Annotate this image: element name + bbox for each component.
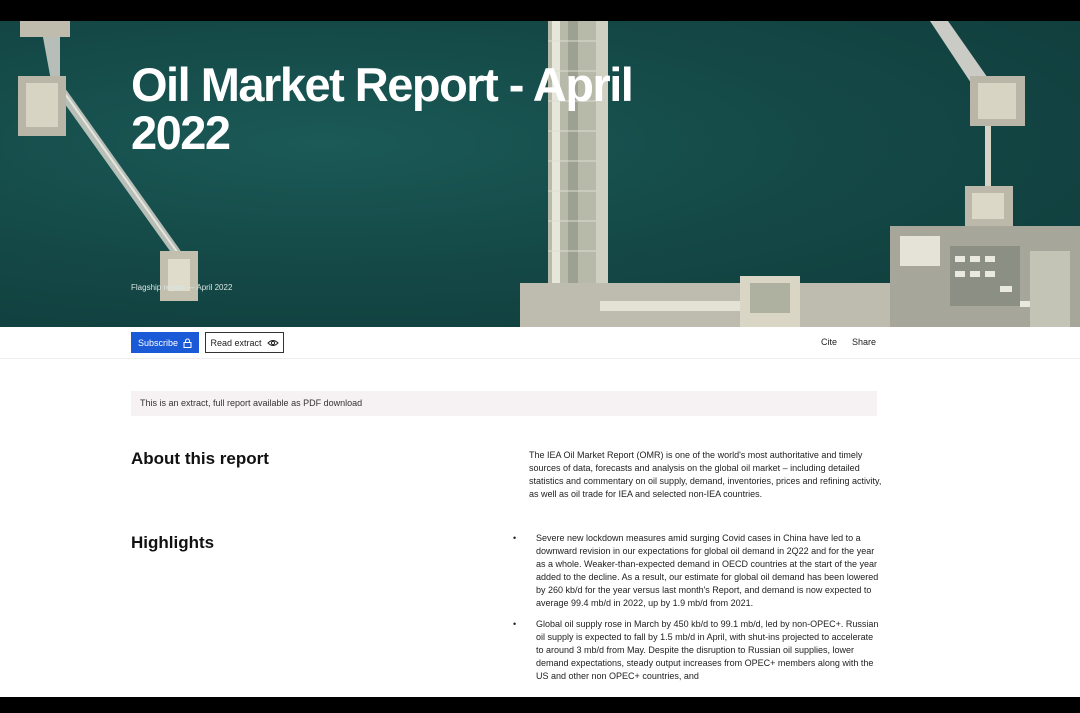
highlight-text: Global oil supply rose in March by 450 k… — [536, 619, 879, 681]
bullet-icon: • — [513, 619, 517, 629]
action-toolbar: Subscribe Read extract Cite Share — [0, 327, 1080, 359]
extract-notice: This is an extract, full report availabl… — [131, 391, 877, 416]
read-extract-button[interactable]: Read extract — [205, 332, 284, 353]
screen-top-bezel — [0, 0, 1080, 21]
highlight-text: Severe new lockdown measures amid surgin… — [536, 533, 879, 608]
eye-icon — [266, 339, 279, 346]
highlights-heading: Highlights — [131, 533, 215, 552]
hero-banner: Oil Market Report - April 2022 Flagship … — [0, 21, 1080, 327]
highlights-list: • Severe new lockdown measures amid surg… — [513, 532, 883, 691]
share-link[interactable]: Share — [852, 337, 876, 347]
page-title: Oil Market Report - April 2022 — [131, 58, 634, 159]
read-extract-label: Read extract — [210, 337, 262, 348]
report-type-subtitle: Flagship report — April 2022 — [131, 283, 233, 292]
bullet-icon: • — [513, 533, 517, 543]
subscribe-label: Subscribe — [137, 337, 179, 348]
cite-link[interactable]: Cite — [821, 337, 837, 347]
screen-bottom-bezel — [0, 697, 1080, 713]
lock-icon — [183, 338, 192, 348]
about-description: The IEA Oil Market Report (OMR) is one o… — [529, 450, 882, 499]
about-heading: About this report — [131, 449, 269, 468]
list-item: • Global oil supply rose in March by 450… — [513, 618, 883, 683]
list-item: • Severe new lockdown measures amid surg… — [513, 532, 883, 610]
subscribe-button[interactable]: Subscribe — [131, 332, 199, 353]
report-page: Oil Market Report - April 2022 Flagship … — [0, 21, 1080, 697]
